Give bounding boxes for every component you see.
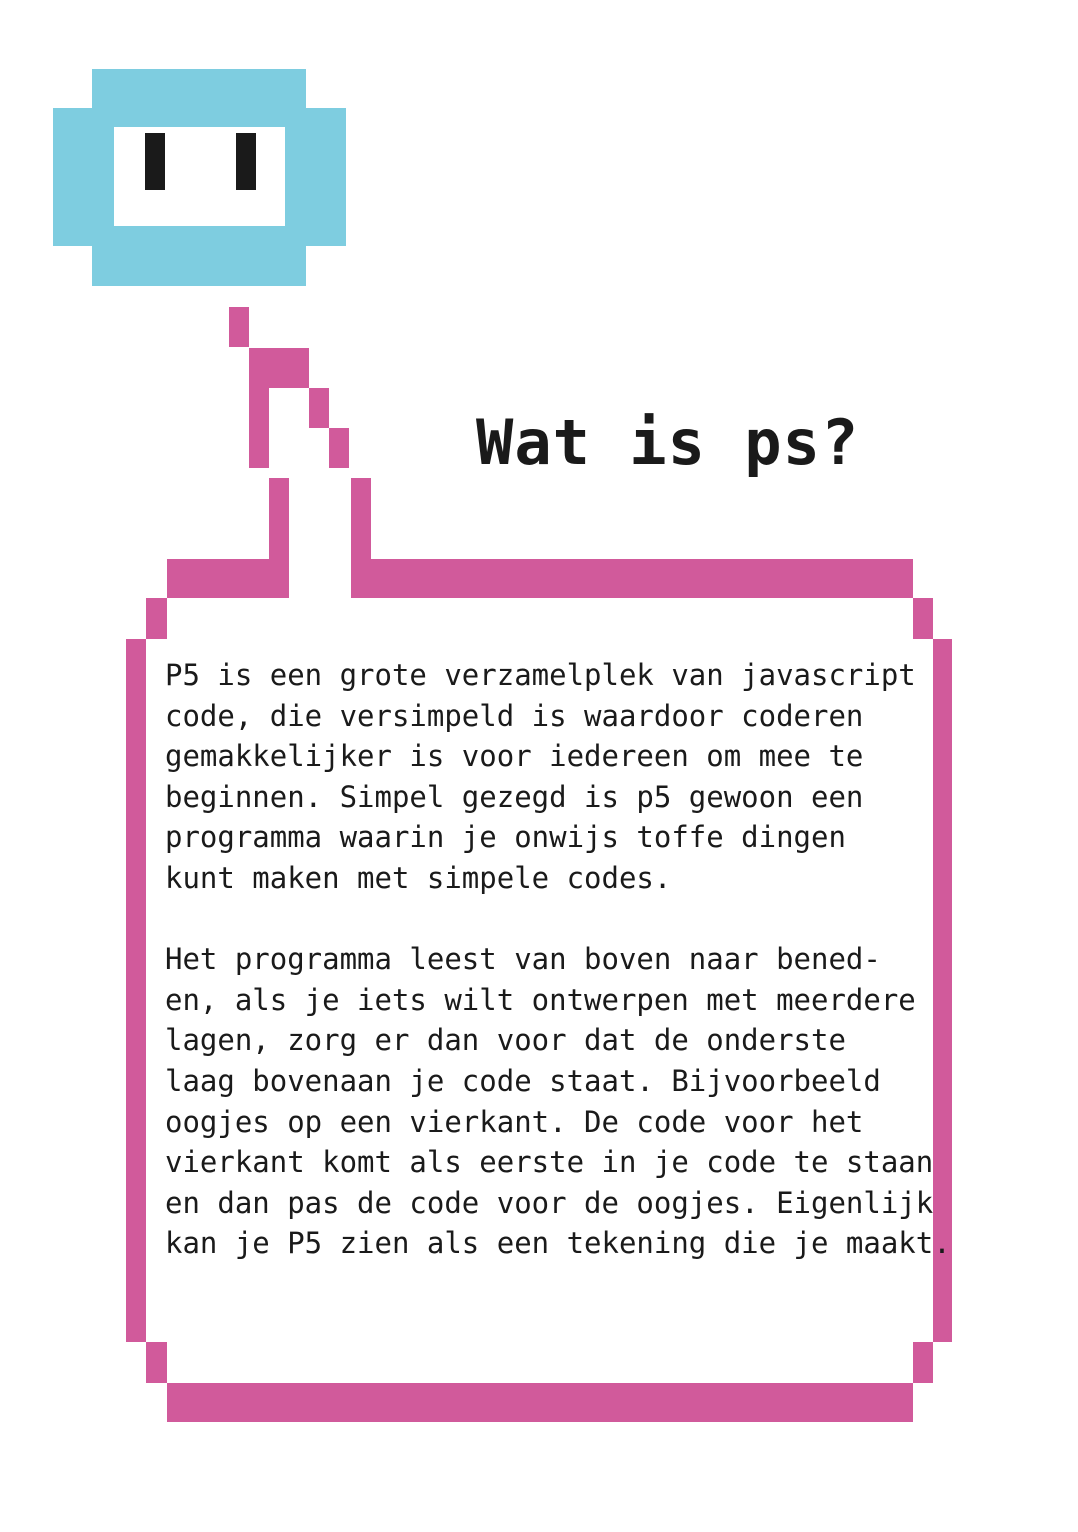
text-line: programma waarin je onwijs toffe dingen xyxy=(165,820,846,855)
text-line: kan je P5 zien als een tekening die je m… xyxy=(165,1226,951,1261)
text-line: oogjes op een vierkant. De code voor het xyxy=(165,1104,864,1139)
paragraph-2: Het programma leest van boven naar bened… xyxy=(165,939,951,1264)
text-line: Het programma leest van boven naar bened… xyxy=(165,942,881,977)
text-line: gemakkelijker is voor iedereen om mee te xyxy=(165,739,864,774)
text-line: beginnen. Simpel gezegd is p5 gewoon een xyxy=(165,779,864,814)
text-line: en dan pas de code voor de oogjes. Eigen… xyxy=(165,1185,934,1220)
robot-left-eye xyxy=(145,133,165,190)
bubble-text: P5 is een grote verzamelplek van javascr… xyxy=(165,655,951,1264)
paragraph-1: P5 is een grote verzamelplek van javascr… xyxy=(165,655,916,899)
text-line: P5 is een grote verzamelplek van javascr… xyxy=(165,658,916,692)
text-line: code, die versimpeld is waardoor coderen xyxy=(165,698,864,733)
page-title: Wat is ps? xyxy=(476,406,860,479)
text-line: en, als je iets wilt ontwerpen met meerd… xyxy=(165,982,916,1017)
text-line: kunt maken met simpele codes. xyxy=(165,860,672,895)
text-line: vierkant komt als eerste in je code te s… xyxy=(165,1145,934,1180)
robot-right-eye xyxy=(236,133,256,190)
text-line: laag bovenaan je code staat. Bijvoorbeel… xyxy=(165,1063,881,1098)
robot-face xyxy=(114,127,285,226)
text-line: lagen, zorg er dan voor dat de onderste xyxy=(165,1023,846,1058)
